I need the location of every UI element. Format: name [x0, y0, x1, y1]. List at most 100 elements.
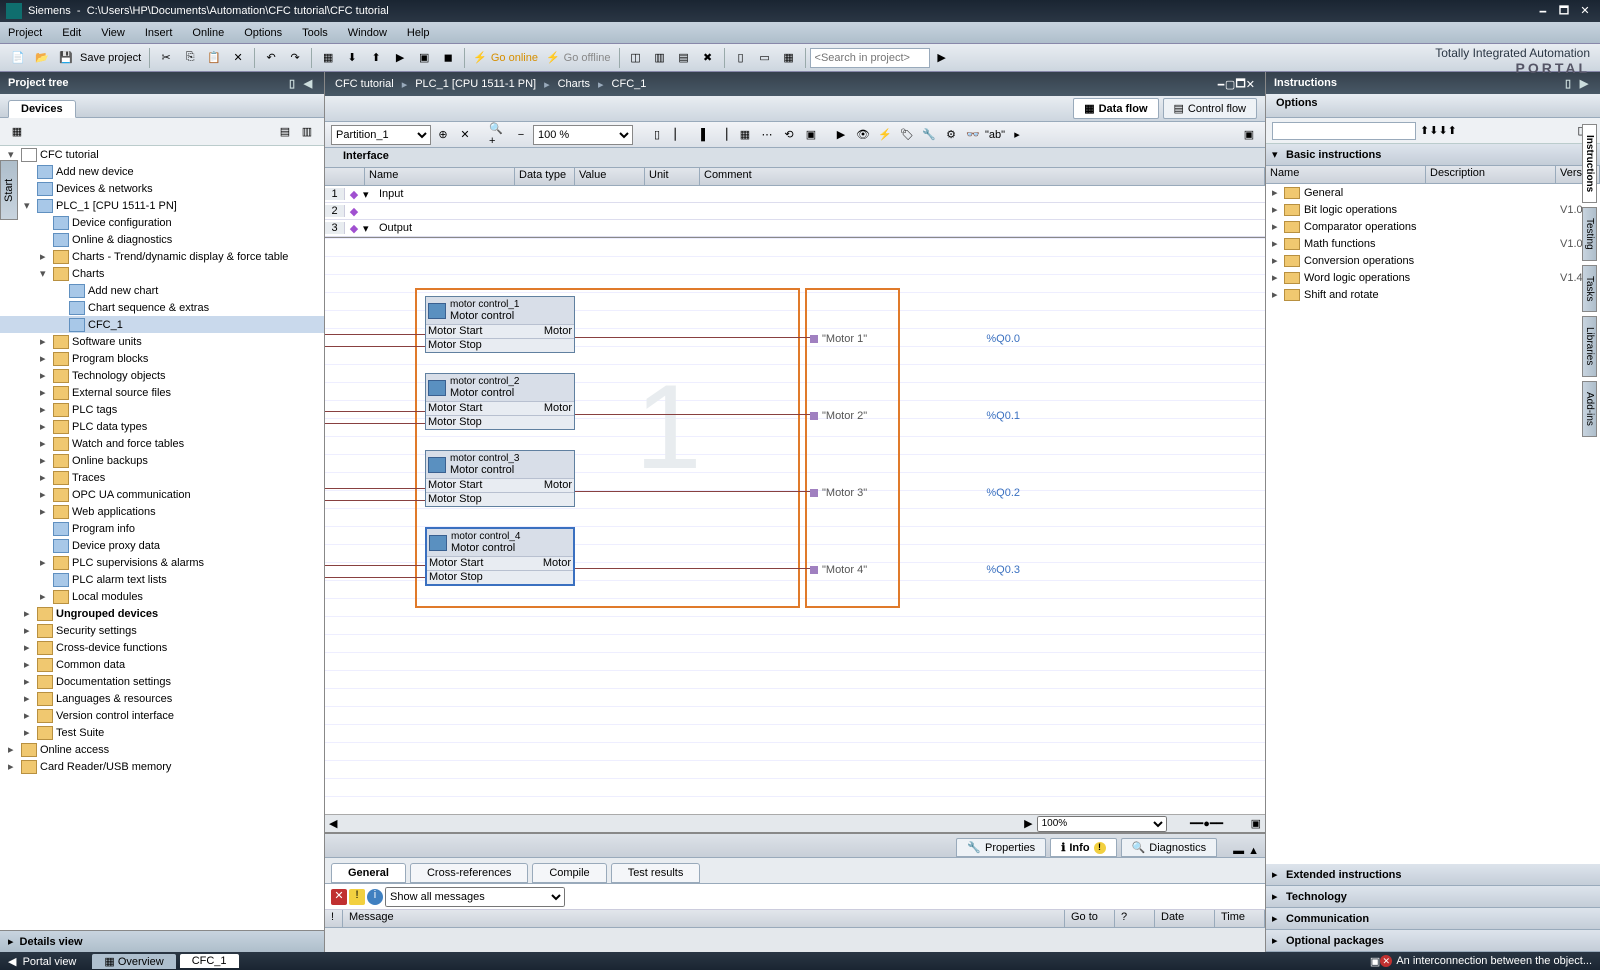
status-error[interactable]: ✕ An interconnection between the object.… — [1380, 955, 1592, 967]
save-project-button[interactable]: 💾 — [55, 47, 77, 69]
warning-filter-icon[interactable]: ! — [349, 889, 365, 905]
communication-header[interactable]: ▸Communication — [1266, 908, 1600, 930]
add-icon[interactable]: ⊕ — [433, 125, 453, 145]
right-split-icon[interactable]: ▯ — [1560, 77, 1576, 90]
basic-instructions-header[interactable]: ▾ Basic instructions — [1266, 144, 1600, 166]
tree-item[interactable]: ▸Version control interface — [0, 707, 324, 724]
tree-item[interactable]: PLC alarm text lists — [0, 571, 324, 588]
overview-tab[interactable]: ▦ Overview — [92, 954, 175, 969]
menu-tools[interactable]: Tools — [302, 27, 328, 39]
project-search-input[interactable] — [810, 48, 930, 68]
right-collapse-icon[interactable]: ▶ — [1576, 77, 1592, 90]
tree-grid-icon[interactable]: ▤ — [275, 122, 295, 142]
start-button[interactable]: ▣ — [413, 47, 435, 69]
tree-item[interactable]: ▸Charts - Trend/dynamic display & force … — [0, 248, 324, 265]
align-left-icon[interactable]: ▏ — [669, 125, 689, 145]
vert-tab-add-ins[interactable]: Add-ins — [1582, 381, 1597, 437]
page-zoom-select[interactable]: 100% — [1037, 816, 1167, 832]
menu-options[interactable]: Options — [244, 27, 282, 39]
tree-item[interactable]: Program info — [0, 520, 324, 537]
wrench-icon[interactable]: 🔧 — [919, 125, 939, 145]
tree-item[interactable]: Chart sequence & extras — [0, 299, 324, 316]
stop-button[interactable]: ◼ — [437, 47, 459, 69]
instruction-item[interactable]: ▸Shift and rotate — [1266, 286, 1600, 303]
interface-row[interactable]: 1◆▾Input — [325, 186, 1265, 203]
sort-asc-icon[interactable]: ⬆⬇ — [1420, 124, 1438, 137]
reference-icon[interactable]: "ab" — [985, 125, 1005, 145]
editor-max-icon[interactable]: 🗖 — [1235, 75, 1245, 94]
tree-item[interactable]: ▸PLC supervisions & alarms — [0, 554, 324, 571]
download-button[interactable]: ⬇ — [341, 47, 363, 69]
info-subtab[interactable]: Test results — [611, 863, 701, 883]
tree-item[interactable]: ▸Technology objects — [0, 367, 324, 384]
properties-tab[interactable]: 🔧Properties — [956, 838, 1046, 857]
output-tag[interactable]: "Motor 3"%Q0.2 — [810, 485, 1020, 501]
tree-item[interactable]: ▸Ungrouped devices — [0, 605, 324, 622]
output-tag[interactable]: "Motor 4"%Q0.3 — [810, 562, 1020, 578]
tree-item[interactable]: ▸Watch and force tables — [0, 435, 324, 452]
interface-row[interactable]: 3◆▾Output — [325, 220, 1265, 237]
menu-window[interactable]: Window — [348, 27, 387, 39]
info-subtab[interactable]: Compile — [532, 863, 606, 883]
vert-tab-instructions[interactable]: Instructions — [1582, 124, 1597, 203]
tree-item[interactable]: ▾CFC tutorial — [0, 146, 324, 163]
sort-desc-icon[interactable]: ⬇⬆ — [1438, 124, 1456, 137]
output-tag[interactable]: "Motor 2"%Q0.1 — [810, 408, 1020, 424]
output-tag[interactable]: "Motor 1"%Q0.0 — [810, 331, 1020, 347]
diagnostics-tab[interactable]: 🔍Diagnostics — [1121, 838, 1218, 857]
instruction-item[interactable]: ▸Comparator operations — [1266, 218, 1600, 235]
vert-tab-libraries[interactable]: Libraries — [1582, 316, 1597, 376]
inspector-max-icon[interactable]: ▲ — [1248, 845, 1259, 857]
split-h-icon[interactable]: ▯ — [730, 47, 752, 69]
menu-help[interactable]: Help — [407, 27, 430, 39]
menu-insert[interactable]: Insert — [145, 27, 173, 39]
panel-layout-icon[interactable]: ▣ — [1239, 125, 1259, 145]
message-filter-select[interactable]: Show all messages — [385, 887, 565, 907]
dots-icon[interactable]: ⋯ — [757, 125, 777, 145]
tree-item[interactable]: Devices & networks — [0, 180, 324, 197]
instruction-item[interactable]: ▸Math functionsV1.0 — [1266, 235, 1600, 252]
function-block[interactable]: motor control_3Motor controlMotor StartM… — [425, 450, 575, 507]
test-icon[interactable]: ▶ — [831, 125, 851, 145]
info-filter-icon[interactable]: i — [367, 889, 383, 905]
error-filter-icon[interactable]: ✕ — [331, 889, 347, 905]
partition-select[interactable]: Partition_1 — [331, 125, 431, 145]
copy-button[interactable]: ⎘ — [179, 47, 201, 69]
tree-item[interactable]: Device proxy data — [0, 537, 324, 554]
data-flow-tab[interactable]: ▦Data flow — [1073, 98, 1158, 119]
extended-instructions-header[interactable]: ▸Extended instructions — [1266, 864, 1600, 886]
tree-item[interactable]: ▸External source files — [0, 384, 324, 401]
panel-split-icon[interactable]: ▯ — [284, 77, 300, 90]
editor-min-icon[interactable]: 🗕 — [1217, 75, 1225, 94]
tree-item[interactable]: ▸Web applications — [0, 503, 324, 520]
menu-online[interactable]: Online — [192, 27, 224, 39]
info-subtab[interactable]: Cross-references — [410, 863, 528, 883]
portal-view-link[interactable]: ◀ Portal view — [8, 955, 76, 968]
tree-item[interactable]: ▸Software units — [0, 333, 324, 350]
tree-item[interactable]: ▸PLC tags — [0, 401, 324, 418]
upload-button[interactable]: ⬆ — [365, 47, 387, 69]
tree-item[interactable]: ▸Program blocks — [0, 350, 324, 367]
tree-item[interactable]: Add new chart — [0, 282, 324, 299]
interface-rows[interactable]: 1◆▾Input2◆3◆▾Output — [325, 186, 1265, 238]
link-icon[interactable]: ⟲ — [779, 125, 799, 145]
more-icon[interactable]: ▸ — [1007, 125, 1027, 145]
panel-collapse-icon[interactable]: ◀ — [300, 77, 316, 90]
minimize-button[interactable]: 🗕 — [1534, 2, 1552, 21]
close-button[interactable]: ✕ — [1576, 4, 1594, 17]
tree-item[interactable]: ▸Local modules — [0, 588, 324, 605]
editor-close-icon[interactable]: ✕ — [1246, 78, 1255, 91]
tree-item[interactable]: ▸Common data — [0, 656, 324, 673]
compile-button[interactable]: ▦ — [317, 47, 339, 69]
hmi-icon[interactable]: ◫ — [625, 47, 647, 69]
tree-item[interactable]: ▸PLC data types — [0, 418, 324, 435]
chart-icon[interactable]: ▣ — [801, 125, 821, 145]
tree-item[interactable]: ▸Languages & resources — [0, 690, 324, 707]
technology-header[interactable]: ▸Technology — [1266, 886, 1600, 908]
instructions-list[interactable]: ▸General▸Bit logic operationsV1.0▸Compar… — [1266, 184, 1600, 864]
tree-item[interactable]: ▸Online access — [0, 741, 324, 758]
vert-tab-tasks[interactable]: Tasks — [1582, 265, 1597, 313]
optional-packages-header[interactable]: ▸Optional packages — [1266, 930, 1600, 952]
grid-icon[interactable]: ▦ — [735, 125, 755, 145]
open-project-button[interactable]: 📂 — [31, 47, 53, 69]
